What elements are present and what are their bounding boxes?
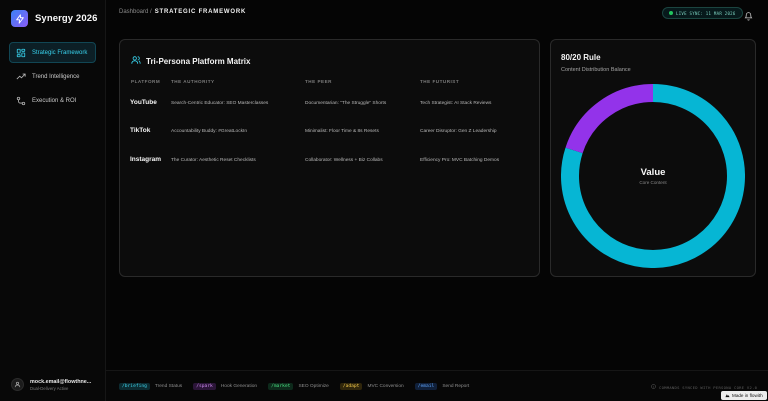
info-icon	[651, 384, 656, 390]
user-email: mock.email@flowthne...	[30, 378, 92, 385]
user-status: Dual-Delivery Active	[30, 385, 69, 391]
matrix-cell: Minimalist: Floor Time & 8s Resets	[305, 129, 379, 134]
sidebar-item-execution-roi[interactable]: Execution & ROI	[9, 90, 96, 111]
sync-status-text: COMMANDS SYNCED WITH PERSONA CORE V2.0	[659, 384, 758, 390]
command-label: SEO Optimize	[298, 384, 329, 389]
command-code: /email	[414, 383, 438, 390]
platform-instagram: Instagram	[130, 156, 162, 163]
layout-grid-icon	[16, 48, 26, 58]
command-adapt[interactable]: /adapt MVC Conversion	[339, 383, 404, 390]
matrix-cell: Search-Centric Educator: SEO Masterclass…	[171, 101, 269, 106]
bell-icon[interactable]	[744, 8, 753, 21]
matrix-cell: The Curator: Aesthetic Reset Checklists	[171, 158, 256, 163]
rule-title: 80/20 Rule	[561, 53, 601, 62]
command-code: /market	[268, 383, 294, 390]
user-profile[interactable]: mock.email@flowthne... Dual-Delivery Act…	[11, 378, 91, 391]
rule-subtitle: Content Distribution Balance	[561, 67, 631, 73]
platform-youtube: YouTube	[130, 99, 157, 106]
command-label: Trend Status	[154, 384, 183, 389]
made-in-text: Made in flowith	[732, 393, 763, 398]
brand-name: Synergy 2026	[35, 13, 98, 24]
flowith-logo-icon	[725, 393, 730, 399]
matrix-cell: Accountability Buddy: #GreatLockIn	[171, 129, 247, 134]
sidebar-item-strategic-framework[interactable]: Strategic Framework	[9, 42, 96, 63]
breadcrumb-root[interactable]: Dashboard /	[119, 9, 152, 15]
matrix-cell: Career Disruptor: Gen Z Leadership	[420, 129, 497, 134]
matrix-cell: Documentarian: "The Struggle" Shorts	[305, 101, 387, 106]
status-dot-icon	[669, 11, 673, 15]
command-label: MVC Conversion	[367, 384, 404, 389]
matrix-header: Tri-Persona Platform Matrix	[131, 52, 250, 70]
command-code: /briefing	[119, 383, 150, 390]
made-in-badge[interactable]: Made in flowith	[721, 391, 767, 400]
workflow-icon	[16, 96, 26, 106]
live-sync-text: LIVE SYNC: 11 MAR 2026	[676, 10, 736, 16]
sync-status: COMMANDS SYNCED WITH PERSONA CORE V2.0	[651, 384, 757, 390]
rule-card: 80/20 Rule Content Distribution Balance …	[550, 39, 756, 277]
column-header-authority: THE AUTHORITY	[171, 79, 215, 84]
page-title: STRATEGIC FRAMEWORK	[154, 9, 247, 15]
brand[interactable]: Synergy 2026	[11, 10, 97, 27]
bolt-icon	[11, 10, 28, 27]
platform-matrix-card: Tri-Persona Platform Matrix PLATFORM THE…	[119, 39, 540, 277]
command-bar: /briefing Trend Status /spark Hook Gener…	[106, 370, 768, 401]
breadcrumb: Dashboard / STRATEGIC FRAMEWORK	[119, 9, 246, 15]
users-icon	[131, 52, 141, 70]
sidebar-nav: Strategic Framework Trend Intelligence E…	[9, 42, 96, 114]
command-market[interactable]: /market SEO Optimize	[268, 383, 329, 390]
user-icon	[11, 378, 24, 391]
command-label: Send Report	[442, 384, 470, 389]
donut-sublabel: Core Content	[639, 180, 667, 185]
column-header-peer: THE PEER	[305, 79, 332, 84]
column-header-futurist: THE FUTURIST	[420, 79, 460, 84]
sidebar-item-trend-intelligence[interactable]: Trend Intelligence	[9, 66, 96, 87]
sidebar-item-label: Execution & ROI	[32, 97, 77, 104]
command-list: /briefing Trend Status /spark Hook Gener…	[119, 383, 469, 390]
donut-label: Value	[640, 167, 666, 178]
column-header-platform: PLATFORM	[131, 79, 161, 84]
matrix-cell: Tech Strategist: AI Stack Reviews	[420, 101, 492, 106]
command-email[interactable]: /email Send Report	[414, 383, 470, 390]
matrix-cell: Efficiency Pro: MVC Batching Demos	[420, 158, 500, 163]
live-sync-badge: LIVE SYNC: 11 MAR 2026	[662, 7, 743, 19]
sidebar-item-label: Strategic Framework	[32, 49, 88, 56]
sidebar: Synergy 2026 Strategic Framework Trend I…	[0, 0, 106, 401]
command-briefing[interactable]: /briefing Trend Status	[119, 383, 182, 390]
command-spark[interactable]: /spark Hook Generation	[193, 383, 257, 390]
command-code: /spark	[193, 383, 216, 390]
command-code: /adapt	[339, 383, 363, 390]
command-label: Hook Generation	[220, 384, 258, 389]
trending-up-icon	[16, 72, 26, 82]
platform-tiktok: TikTok	[130, 127, 151, 134]
matrix-title: Tri-Persona Platform Matrix	[146, 56, 251, 66]
matrix-cell: Collaborator: Wellness + Biz Collabs	[305, 158, 383, 163]
sidebar-item-label: Trend Intelligence	[32, 73, 80, 80]
donut-center: Value Core Content	[561, 84, 745, 268]
